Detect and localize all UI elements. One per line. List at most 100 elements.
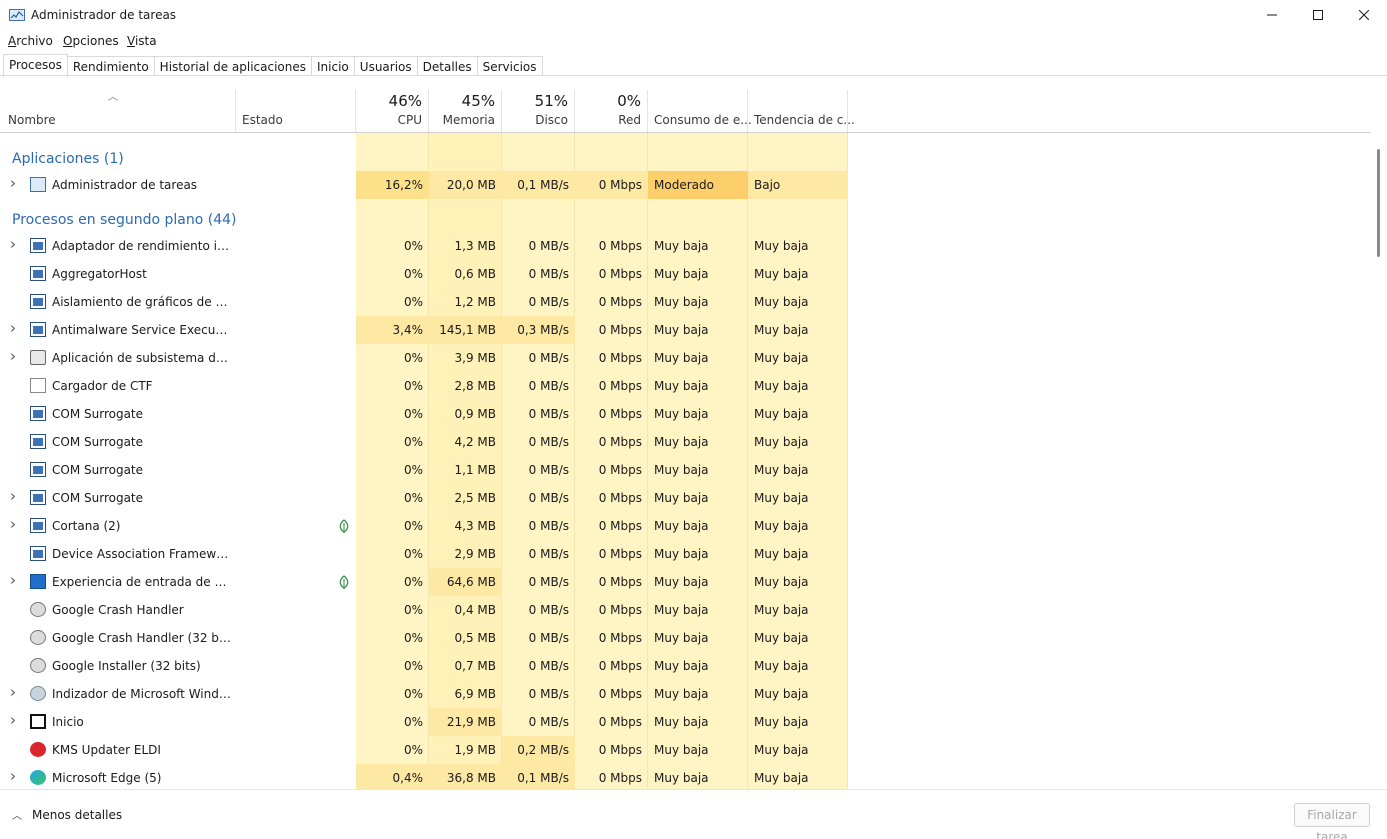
chevron-right-icon[interactable]: › <box>10 571 16 589</box>
cell-memory: 1,9 MB <box>454 743 496 757</box>
cell-network: 0 Mbps <box>598 687 642 701</box>
cell-power: Muy baja <box>654 239 709 253</box>
cell-power: Muy baja <box>654 575 709 589</box>
cell-cpu: 0% <box>403 295 423 309</box>
header-power-trend[interactable]: Tendencia de c... <box>748 90 855 132</box>
process-row[interactable]: COM Surrogate 0% 1,1 MB 0 MB/s 0 Mbps Muy baj… <box>0 456 848 484</box>
process-row[interactable]: Aislamiento de gráficos de disp... 0% 1,2 … <box>0 288 848 316</box>
cell-network: 0 Mbps <box>598 267 642 281</box>
tab-detalles[interactable]: Detalles <box>417 56 478 76</box>
close-button[interactable] <box>1341 0 1387 30</box>
tab-rendimiento[interactable]: Rendimiento <box>67 56 155 76</box>
process-name: Indizador de Microsoft Window... <box>52 687 232 701</box>
minimize-button[interactable] <box>1249 0 1295 30</box>
scroll-thumb[interactable] <box>1377 149 1380 257</box>
process-row[interactable]: KMS Updater ELDI 0% 1,9 MB 0,2 MB/s 0 Mbps Mu… <box>0 736 848 764</box>
close-icon <box>1359 10 1369 20</box>
process-row[interactable]: Google Crash Handler (32 bits) 0% 0,5 MB 0 … <box>0 624 848 652</box>
process-row[interactable]: AggregatorHost 0% 0,6 MB 0 MB/s 0 Mbps Muy ba… <box>0 260 848 288</box>
window-icon <box>30 238 46 253</box>
cell-power-trend: Muy baja <box>754 715 809 729</box>
less-details-button[interactable]: ︿ Menos detalles <box>12 807 122 822</box>
cell-power-trend: Muy baja <box>754 687 809 701</box>
tab-usuarios[interactable]: Usuarios <box>354 56 418 76</box>
cell-network: 0 Mbps <box>598 575 642 589</box>
chevron-right-icon[interactable]: › <box>10 487 16 505</box>
cell-memory: 2,8 MB <box>454 379 496 393</box>
window-icon <box>30 322 46 337</box>
cell-cpu: 0% <box>403 547 423 561</box>
process-row[interactable]: Device Association Framework ... 0% 2,9 MB… <box>0 540 848 568</box>
menu-vista[interactable]: Vista <box>127 34 157 48</box>
process-name: Google Crash Handler (32 bits) <box>52 631 232 645</box>
cell-disk: 0,3 MB/s <box>502 316 575 344</box>
process-row[interactable]: › Indizador de Microsoft Window... 0% 6,9 M… <box>0 680 848 708</box>
process-row[interactable]: Cargador de CTF 0% 2,8 MB 0 MB/s 0 Mbps Muy b… <box>0 372 848 400</box>
process-row[interactable]: › Microsoft Edge (5) 0,4% 36,8 MB 0,1 MB/s 0 … <box>0 764 848 789</box>
tab-inicio[interactable]: Inicio <box>312 56 355 76</box>
cell-cpu: 3,4% <box>356 316 429 344</box>
cell-power: Muy baja <box>654 323 709 337</box>
cell-power: Muy baja <box>654 547 709 561</box>
cell-disk: 0 MB/s <box>528 715 569 729</box>
process-row[interactable]: › Aplicación de subsistema de cola 0% 3,9 M… <box>0 344 848 372</box>
cell-cpu: 0% <box>403 491 423 505</box>
cell-power-trend: Muy baja <box>754 351 809 365</box>
cell-memory: 3,9 MB <box>454 351 496 365</box>
cell-power-trend: Muy baja <box>754 239 809 253</box>
chevron-right-icon[interactable]: › <box>10 515 16 533</box>
cell-network: 0 Mbps <box>598 603 642 617</box>
header-power[interactable]: Consumo de e... <box>648 90 752 132</box>
header-memory[interactable]: 45% Memoria <box>429 90 502 132</box>
cell-power-trend: Muy baja <box>754 463 809 477</box>
pen-icon <box>30 378 46 393</box>
header-disk[interactable]: 51% Disco <box>502 90 575 132</box>
process-row[interactable]: › Cortana (2) 0% 4,3 MB 0 MB/s 0 Mbps Muy baja… <box>0 512 848 540</box>
process-row[interactable]: › Inicio 0% 21,9 MB 0 MB/s 0 Mbps Muy baja Muy … <box>0 708 848 736</box>
cell-power-trend: Muy baja <box>754 603 809 617</box>
process-row[interactable]: Google Installer (32 bits) 0% 0,7 MB 0 MB/s… <box>0 652 848 680</box>
chevron-right-icon[interactable]: › <box>10 174 16 192</box>
tab-servicios[interactable]: Servicios <box>477 56 543 76</box>
chevron-right-icon[interactable]: › <box>10 683 16 701</box>
header-status[interactable]: Estado <box>236 90 356 132</box>
cell-disk: 0 MB/s <box>528 547 569 561</box>
process-row[interactable]: › Adaptador de rendimiento inver... 0% 1,3 … <box>0 232 848 260</box>
cell-network: 0 Mbps <box>598 659 642 673</box>
process-row[interactable]: COM Surrogate 0% 0,9 MB 0 MB/s 0 Mbps Muy baj… <box>0 400 848 428</box>
cell-power-trend: Muy baja <box>754 771 809 785</box>
process-name: Google Installer (32 bits) <box>52 659 201 673</box>
cell-memory: 6,9 MB <box>454 687 496 701</box>
chevron-right-icon[interactable]: › <box>10 711 16 729</box>
process-row[interactable]: › COM Surrogate 0% 2,5 MB 0 MB/s 0 Mbps Muy ba… <box>0 484 848 512</box>
end-task-button[interactable]: Finalizar tarea <box>1294 803 1370 839</box>
menu-opciones[interactable]: Opciones <box>63 34 119 48</box>
menu-archivo[interactable]: Archivo <box>8 34 53 48</box>
chevron-right-icon[interactable]: › <box>10 235 16 253</box>
cell-cpu: 0% <box>403 575 423 589</box>
header-cpu[interactable]: 46% CPU <box>356 90 429 132</box>
process-row[interactable]: › Antimalware Service Executable 3,4% 145,1… <box>0 316 848 344</box>
chevron-right-icon[interactable]: › <box>10 319 16 337</box>
header-name[interactable]: ︿ Nombre <box>0 90 236 132</box>
tab-procesos[interactable]: Procesos <box>3 54 68 77</box>
cell-cpu: 0% <box>403 687 423 701</box>
chevron-right-icon[interactable]: › <box>10 347 16 365</box>
process-row[interactable]: › Experiencia de entrada de Wind... 0% 64,6… <box>0 568 848 596</box>
process-row[interactable]: COM Surrogate 0% 4,2 MB 0 MB/s 0 Mbps Muy baj… <box>0 428 848 456</box>
maximize-button[interactable] <box>1295 0 1341 30</box>
chevron-right-icon[interactable]: › <box>10 767 16 785</box>
cell-memory: 4,3 MB <box>454 519 496 533</box>
vertical-scrollbar[interactable] <box>1370 133 1387 789</box>
process-row[interactable]: › Administrador de tareas 16,2% 20,0 MB 0,1 … <box>0 171 848 199</box>
window-icon <box>30 266 46 281</box>
cell-power: Moderado <box>648 171 748 199</box>
header-network[interactable]: 0% Red <box>575 90 648 132</box>
process-row[interactable]: Google Crash Handler 0% 0,4 MB 0 MB/s 0 Mbps… <box>0 596 848 624</box>
cell-power-trend: Muy baja <box>754 547 809 561</box>
process-name: COM Surrogate <box>52 491 144 505</box>
cell-power-trend: Muy baja <box>754 631 809 645</box>
tab-historial-aplicaciones[interactable]: Historial de aplicaciones <box>154 56 313 76</box>
cell-power: Muy baja <box>654 295 709 309</box>
cell-memory: 20,0 MB <box>429 171 502 199</box>
